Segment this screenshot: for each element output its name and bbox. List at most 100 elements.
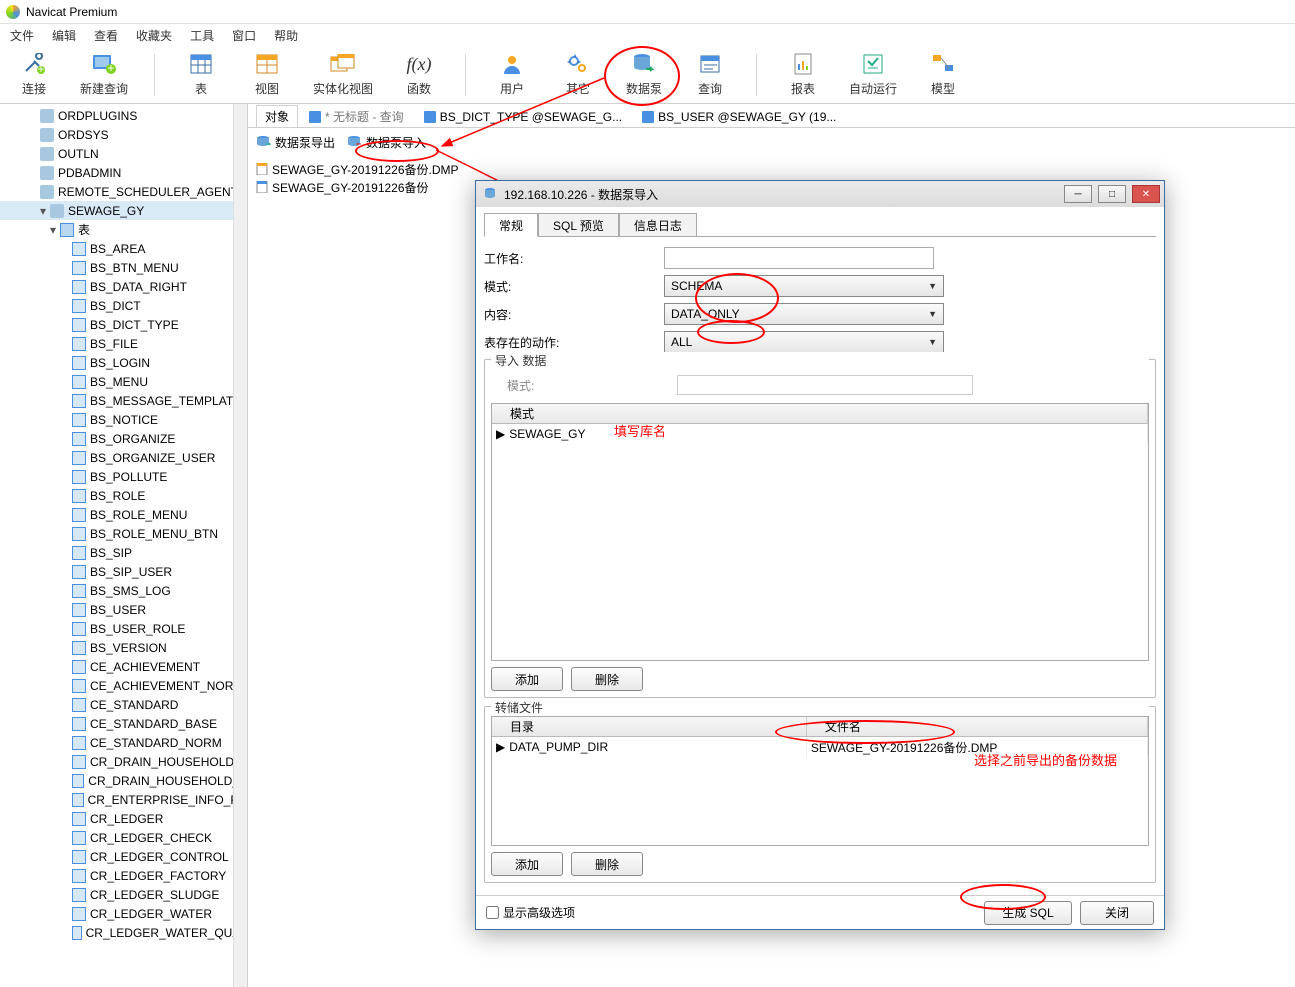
menu-window[interactable]: 窗口 bbox=[232, 27, 256, 44]
select-mode[interactable]: SCHEMA▼ bbox=[664, 275, 944, 297]
dir-value: DATA_PUMP_DIR bbox=[509, 740, 608, 754]
table-item[interactable]: BS_USER bbox=[0, 600, 247, 619]
tb-user[interactable]: 用户 bbox=[492, 52, 532, 97]
table-item[interactable]: CR_LEDGER_WATER_QUAL bbox=[0, 923, 247, 942]
btn-pump-import[interactable]: 数据泵导入 bbox=[347, 134, 426, 151]
file-item[interactable]: SEWAGE_GY-20191226备份.DMP bbox=[256, 160, 1295, 178]
table-item[interactable]: CR_LEDGER bbox=[0, 809, 247, 828]
tab-log[interactable]: 信息日志 bbox=[619, 213, 697, 237]
menu-file[interactable]: 文件 bbox=[10, 27, 34, 44]
menu-tools[interactable]: 工具 bbox=[190, 27, 214, 44]
table-item[interactable]: BS_MENU bbox=[0, 372, 247, 391]
table-item[interactable]: CR_LEDGER_FACTORY bbox=[0, 866, 247, 885]
dumpfile-grid[interactable]: 目录 文件名 ▶DATA_PUMP_DIR SEWAGE_GY-20191226… bbox=[491, 716, 1149, 846]
table-item[interactable]: CR_DRAIN_HOUSEHOLD_A bbox=[0, 771, 247, 790]
table-item[interactable]: CR_LEDGER_CHECK bbox=[0, 828, 247, 847]
tb-mview[interactable]: 实体化视图 bbox=[313, 52, 373, 97]
table-item[interactable]: BS_VERSION bbox=[0, 638, 247, 657]
tab-untitled-query[interactable]: * 无标题 - 查询 bbox=[300, 105, 413, 127]
tb-table[interactable]: 表 bbox=[181, 52, 221, 97]
select-action[interactable]: ALL▼ bbox=[664, 331, 944, 353]
table-item[interactable]: BS_USER_ROLE bbox=[0, 619, 247, 638]
table-item[interactable]: CR_ENTERPRISE_INFO_RE bbox=[0, 790, 247, 809]
tb-other[interactable]: 其它 bbox=[558, 52, 598, 97]
tb-auto[interactable]: 自动运行 bbox=[849, 52, 897, 97]
schema-item[interactable]: OUTLN bbox=[0, 144, 247, 163]
schema-item[interactable]: PDBADMIN bbox=[0, 163, 247, 182]
tab-sql-preview[interactable]: SQL 预览 bbox=[538, 213, 619, 237]
tb-view[interactable]: 视图 bbox=[247, 52, 287, 97]
schema-item[interactable]: ORDSYS bbox=[0, 125, 247, 144]
tab-bs-user[interactable]: BS_USER @SEWAGE_GY (19... bbox=[633, 105, 845, 127]
tb-connect[interactable]: +连接 bbox=[14, 52, 54, 97]
table-item[interactable]: CE_STANDARD_BASE bbox=[0, 714, 247, 733]
table-item[interactable]: BS_AREA bbox=[0, 239, 247, 258]
dialog-title: 192.168.10.226 - 数据泵导入 bbox=[504, 186, 1058, 203]
table-item[interactable]: CR_LEDGER_SLUDGE bbox=[0, 885, 247, 904]
input-schema-inner[interactable] bbox=[677, 375, 973, 395]
menu-edit[interactable]: 编辑 bbox=[52, 27, 76, 44]
chk-advanced[interactable] bbox=[486, 906, 499, 919]
schema-item[interactable]: REMOTE_SCHEDULER_AGENT bbox=[0, 182, 247, 201]
dialog-title-bar[interactable]: 192.168.10.226 - 数据泵导入 ─ □ ✕ bbox=[476, 181, 1164, 207]
btn-gen-sql[interactable]: 生成 SQL bbox=[984, 901, 1072, 925]
table-item[interactable]: BS_ORGANIZE bbox=[0, 429, 247, 448]
tb-report[interactable]: 报表 bbox=[783, 52, 823, 97]
btn-close[interactable]: 关闭 bbox=[1080, 901, 1154, 925]
maximize-button[interactable]: □ bbox=[1098, 185, 1126, 203]
tb-datapump[interactable]: 数据泵 bbox=[624, 52, 664, 97]
file-value: SEWAGE_GY-20191226备份.DMP bbox=[811, 739, 998, 756]
tab-objects[interactable]: 对象 bbox=[256, 105, 298, 127]
table-item[interactable]: BS_ROLE_MENU bbox=[0, 505, 247, 524]
app-icon bbox=[6, 5, 20, 19]
close-button[interactable]: ✕ bbox=[1132, 185, 1160, 203]
schema-item[interactable]: ORDPLUGINS bbox=[0, 106, 247, 125]
input-job[interactable] bbox=[664, 247, 934, 269]
tb-new-query[interactable]: +新建查询 bbox=[80, 52, 128, 97]
select-content[interactable]: DATA_ONLY▼ bbox=[664, 303, 944, 325]
table-item[interactable]: BS_SMS_LOG bbox=[0, 581, 247, 600]
table-item[interactable]: BS_DICT_TYPE bbox=[0, 315, 247, 334]
schema-grid[interactable]: 模式 ▶SEWAGE_GY bbox=[491, 403, 1149, 661]
menu-help[interactable]: 帮助 bbox=[274, 27, 298, 44]
table-item[interactable]: CE_STANDARD bbox=[0, 695, 247, 714]
table-item[interactable]: BS_SIP_USER bbox=[0, 562, 247, 581]
table-item[interactable]: BS_NOTICE bbox=[0, 410, 247, 429]
table-item[interactable]: BS_LOGIN bbox=[0, 353, 247, 372]
table-item[interactable]: CR_LEDGER_CONTROL bbox=[0, 847, 247, 866]
import-dialog: 192.168.10.226 - 数据泵导入 ─ □ ✕ 常规 SQL 预览 信… bbox=[475, 180, 1165, 930]
table-item[interactable]: BS_MESSAGE_TEMPLATE bbox=[0, 391, 247, 410]
table-item[interactable]: BS_BTN_MENU bbox=[0, 258, 247, 277]
table-item[interactable]: BS_ROLE bbox=[0, 486, 247, 505]
table-item[interactable]: BS_DICT bbox=[0, 296, 247, 315]
table-item[interactable]: BS_DATA_RIGHT bbox=[0, 277, 247, 296]
db-icon bbox=[484, 188, 498, 200]
table-item[interactable]: CE_STANDARD_NORM bbox=[0, 733, 247, 752]
tb-model[interactable]: 模型 bbox=[923, 52, 963, 97]
btn-add-schema[interactable]: 添加 bbox=[491, 667, 563, 691]
table-item[interactable]: BS_FILE bbox=[0, 334, 247, 353]
svg-text:+: + bbox=[107, 61, 114, 75]
table-item[interactable]: CE_ACHIEVEMENT bbox=[0, 657, 247, 676]
btn-add-file[interactable]: 添加 bbox=[491, 852, 563, 876]
table-item[interactable]: BS_SIP bbox=[0, 543, 247, 562]
table-item[interactable]: CR_LEDGER_WATER bbox=[0, 904, 247, 923]
btn-pump-export[interactable]: 数据泵导出 bbox=[256, 134, 335, 151]
schema-item[interactable]: ▾ SEWAGE_GY bbox=[0, 201, 247, 220]
tab-general[interactable]: 常规 bbox=[484, 213, 538, 237]
tab-bs-dict[interactable]: BS_DICT_TYPE @SEWAGE_G... bbox=[415, 105, 631, 127]
table-item[interactable]: BS_ORGANIZE_USER bbox=[0, 448, 247, 467]
tables-node[interactable]: ▾ 表 bbox=[0, 220, 247, 239]
btn-delete-schema[interactable]: 删除 bbox=[571, 667, 643, 691]
menu-view[interactable]: 查看 bbox=[94, 27, 118, 44]
tb-query2[interactable]: 查询 bbox=[690, 52, 730, 97]
menu-favorites[interactable]: 收藏夹 bbox=[136, 27, 172, 44]
tb-function[interactable]: f(x)函数 bbox=[399, 52, 439, 97]
btn-delete-file[interactable]: 删除 bbox=[571, 852, 643, 876]
table-item[interactable]: CE_ACHIEVEMENT_NORM bbox=[0, 676, 247, 695]
minimize-button[interactable]: ─ bbox=[1064, 185, 1092, 203]
table-item[interactable]: BS_ROLE_MENU_BTN bbox=[0, 524, 247, 543]
sidebar-scrollbar[interactable] bbox=[233, 104, 247, 987]
table-item[interactable]: CR_DRAIN_HOUSEHOLD bbox=[0, 752, 247, 771]
table-item[interactable]: BS_POLLUTE bbox=[0, 467, 247, 486]
